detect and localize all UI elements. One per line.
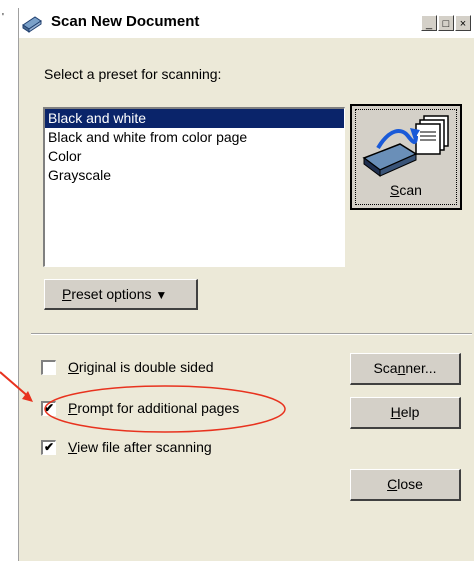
- screenshot-stage: ' Scan New Document _ □ × Select a prese…: [0, 0, 474, 561]
- annotation-arrow: [0, 371, 31, 399]
- annotation-overlay: [0, 371, 286, 433]
- highlight-ellipse: [44, 385, 286, 433]
